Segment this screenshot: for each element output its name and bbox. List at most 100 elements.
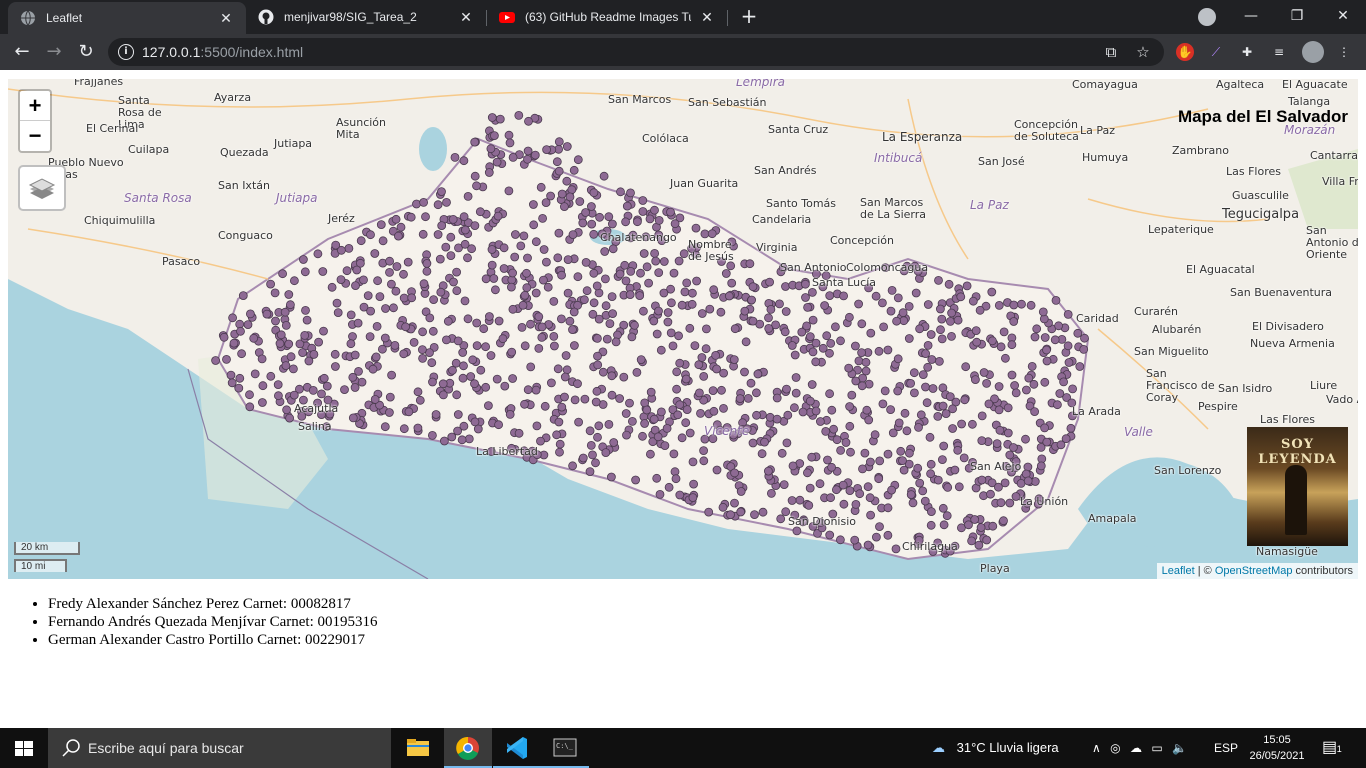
map-marker[interactable] bbox=[481, 382, 491, 392]
map-marker[interactable] bbox=[390, 340, 400, 350]
map-marker[interactable] bbox=[351, 281, 360, 291]
map-marker[interactable] bbox=[258, 381, 268, 391]
taskbar-search-input[interactable]: Escribe aquí para buscar bbox=[48, 728, 391, 768]
clock[interactable]: 15:05 26/05/2021 bbox=[1244, 732, 1310, 764]
map-marker[interactable] bbox=[417, 345, 427, 355]
map-marker[interactable] bbox=[399, 269, 408, 279]
map-marker[interactable] bbox=[557, 314, 566, 324]
map-marker[interactable] bbox=[389, 303, 398, 313]
map-marker[interactable] bbox=[404, 407, 414, 417]
map-marker[interactable] bbox=[520, 399, 529, 409]
map-marker[interactable] bbox=[547, 378, 556, 388]
new-tab-button[interactable]: + bbox=[738, 5, 760, 27]
map-marker[interactable] bbox=[1007, 370, 1017, 380]
map-marker[interactable] bbox=[679, 249, 689, 259]
map-marker[interactable] bbox=[712, 364, 721, 374]
map-marker[interactable] bbox=[836, 336, 845, 346]
map-marker[interactable] bbox=[607, 390, 617, 400]
map-marker[interactable] bbox=[836, 535, 845, 545]
map-marker[interactable] bbox=[517, 322, 527, 332]
map-marker[interactable] bbox=[943, 482, 953, 492]
map-marker[interactable] bbox=[363, 291, 373, 301]
map-marker[interactable] bbox=[429, 295, 439, 305]
map-marker[interactable] bbox=[526, 319, 535, 329]
map-marker[interactable] bbox=[563, 255, 573, 265]
map-marker[interactable] bbox=[933, 475, 943, 485]
tab-search-icon[interactable] bbox=[1198, 8, 1216, 26]
map-marker[interactable] bbox=[846, 447, 855, 457]
map-marker[interactable] bbox=[988, 336, 997, 346]
map-marker[interactable] bbox=[575, 197, 585, 206]
map-marker[interactable] bbox=[443, 316, 453, 326]
map-marker[interactable] bbox=[602, 334, 612, 344]
map-marker[interactable] bbox=[463, 253, 472, 263]
map-marker[interactable] bbox=[280, 307, 290, 317]
map-marker[interactable] bbox=[413, 423, 423, 433]
map-marker[interactable] bbox=[788, 461, 798, 471]
map-marker[interactable] bbox=[893, 386, 903, 396]
map-marker[interactable] bbox=[319, 373, 329, 383]
map-marker[interactable] bbox=[1080, 333, 1089, 343]
map-marker[interactable] bbox=[921, 382, 930, 392]
map-marker[interactable] bbox=[826, 338, 836, 348]
map-marker[interactable] bbox=[766, 304, 776, 314]
map-marker[interactable] bbox=[657, 407, 666, 417]
map-marker[interactable] bbox=[636, 355, 646, 365]
map-marker[interactable] bbox=[289, 390, 299, 400]
map-marker[interactable] bbox=[271, 316, 280, 326]
map-marker[interactable] bbox=[457, 435, 467, 445]
map-marker[interactable] bbox=[211, 356, 221, 365]
extension-feather-icon[interactable]: ⟋ bbox=[1207, 43, 1225, 61]
map-marker[interactable] bbox=[499, 243, 509, 253]
map-marker[interactable] bbox=[615, 269, 625, 279]
map-marker[interactable] bbox=[790, 403, 799, 413]
map-marker[interactable] bbox=[825, 389, 834, 399]
map-marker[interactable] bbox=[841, 438, 851, 447]
map-marker[interactable] bbox=[845, 402, 854, 411]
map-marker[interactable] bbox=[1005, 450, 1015, 460]
map-marker[interactable] bbox=[298, 348, 308, 358]
map-marker[interactable] bbox=[638, 196, 648, 205]
map-marker[interactable] bbox=[510, 252, 520, 262]
map-marker[interactable] bbox=[736, 487, 746, 496]
map-marker[interactable] bbox=[226, 370, 236, 380]
map-marker[interactable] bbox=[543, 282, 553, 292]
map-marker[interactable] bbox=[386, 279, 396, 289]
map-marker[interactable] bbox=[570, 341, 579, 350]
map-marker[interactable] bbox=[898, 308, 908, 318]
map-marker[interactable] bbox=[948, 424, 957, 433]
map-marker[interactable] bbox=[1029, 379, 1039, 389]
map-marker[interactable] bbox=[237, 349, 247, 359]
map-marker[interactable] bbox=[526, 362, 536, 372]
map-marker[interactable] bbox=[514, 428, 524, 438]
map-marker[interactable] bbox=[779, 480, 789, 490]
map-marker[interactable] bbox=[468, 355, 478, 365]
map-marker[interactable] bbox=[708, 386, 718, 396]
map-marker[interactable] bbox=[554, 137, 564, 147]
map-marker[interactable] bbox=[428, 326, 438, 336]
map-marker[interactable] bbox=[281, 320, 291, 330]
map-marker[interactable] bbox=[976, 523, 986, 532]
map-marker[interactable] bbox=[672, 384, 681, 394]
map-marker[interactable] bbox=[1032, 324, 1042, 334]
map-marker[interactable] bbox=[380, 422, 390, 432]
map-marker[interactable] bbox=[937, 334, 947, 344]
map-marker[interactable] bbox=[883, 530, 893, 540]
map-marker[interactable] bbox=[803, 302, 812, 312]
map-marker[interactable] bbox=[380, 333, 390, 343]
map-marker[interactable] bbox=[607, 472, 616, 482]
map-marker[interactable] bbox=[870, 430, 880, 440]
map-marker[interactable] bbox=[399, 424, 409, 434]
map-marker[interactable] bbox=[886, 306, 896, 316]
map-marker[interactable] bbox=[413, 387, 423, 397]
map-marker[interactable] bbox=[542, 145, 551, 154]
map-marker[interactable] bbox=[495, 114, 505, 124]
map-marker[interactable] bbox=[601, 274, 610, 284]
vscode-taskbar-button[interactable] bbox=[493, 728, 541, 768]
map-marker[interactable] bbox=[783, 410, 793, 420]
map-marker[interactable] bbox=[418, 327, 428, 337]
map-marker[interactable] bbox=[961, 362, 971, 372]
map-marker[interactable] bbox=[353, 318, 363, 328]
map-marker[interactable] bbox=[654, 306, 663, 316]
map-marker[interactable] bbox=[472, 318, 482, 328]
